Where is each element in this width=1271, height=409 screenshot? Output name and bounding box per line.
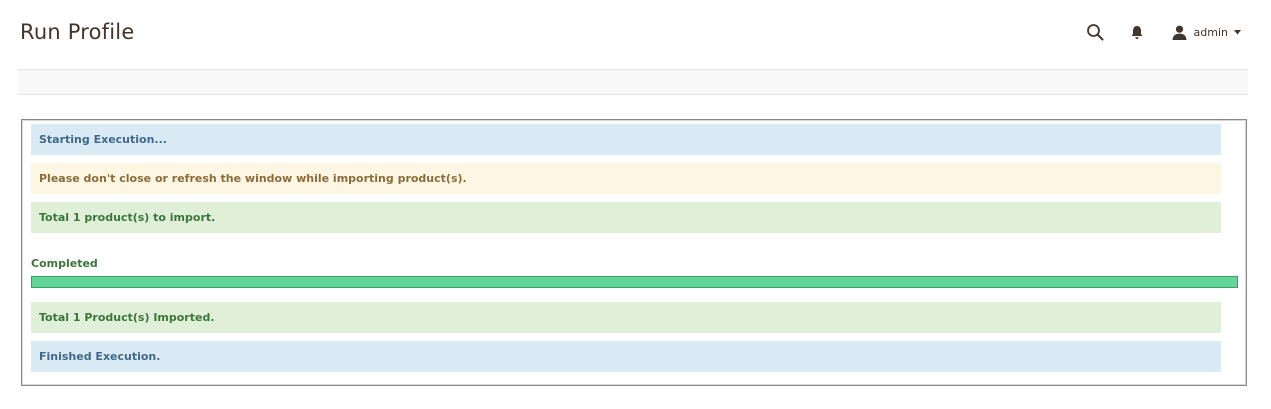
search-icon bbox=[1086, 24, 1104, 41]
bell-icon bbox=[1131, 25, 1143, 39]
message-text: Starting Execution... bbox=[39, 133, 167, 146]
run-profile-panel: Starting Execution... Please don't close… bbox=[21, 119, 1247, 386]
user-menu[interactable]: admin bbox=[1172, 25, 1241, 40]
header-actions: admin bbox=[1084, 21, 1241, 43]
search-button[interactable] bbox=[1084, 21, 1106, 43]
message-finished-execution: Finished Execution. bbox=[31, 341, 1221, 372]
message-do-not-close-warning: Please don't close or refresh the window… bbox=[31, 163, 1221, 194]
message-total-imported: Total 1 Product(s) Imported. bbox=[31, 302, 1221, 333]
user-name: admin bbox=[1193, 25, 1228, 39]
page-actions-bar bbox=[18, 69, 1248, 95]
progress-bar-fill bbox=[32, 277, 1237, 287]
page: Run Profile admin Starting Execution... … bbox=[0, 0, 1271, 409]
page-title: Run Profile bbox=[20, 20, 135, 44]
message-total-to-import: Total 1 product(s) to import. bbox=[31, 202, 1221, 233]
message-text: Total 1 product(s) to import. bbox=[39, 211, 216, 224]
progress-label: Completed bbox=[31, 257, 98, 270]
message-text: Finished Execution. bbox=[39, 350, 161, 363]
caret-down-icon bbox=[1234, 29, 1241, 35]
message-starting-execution: Starting Execution... bbox=[31, 124, 1221, 155]
progress-bar bbox=[31, 276, 1238, 288]
message-text: Total 1 Product(s) Imported. bbox=[39, 311, 215, 324]
notifications-button[interactable] bbox=[1126, 21, 1148, 43]
user-icon bbox=[1172, 25, 1187, 40]
message-text: Please don't close or refresh the window… bbox=[39, 172, 467, 185]
